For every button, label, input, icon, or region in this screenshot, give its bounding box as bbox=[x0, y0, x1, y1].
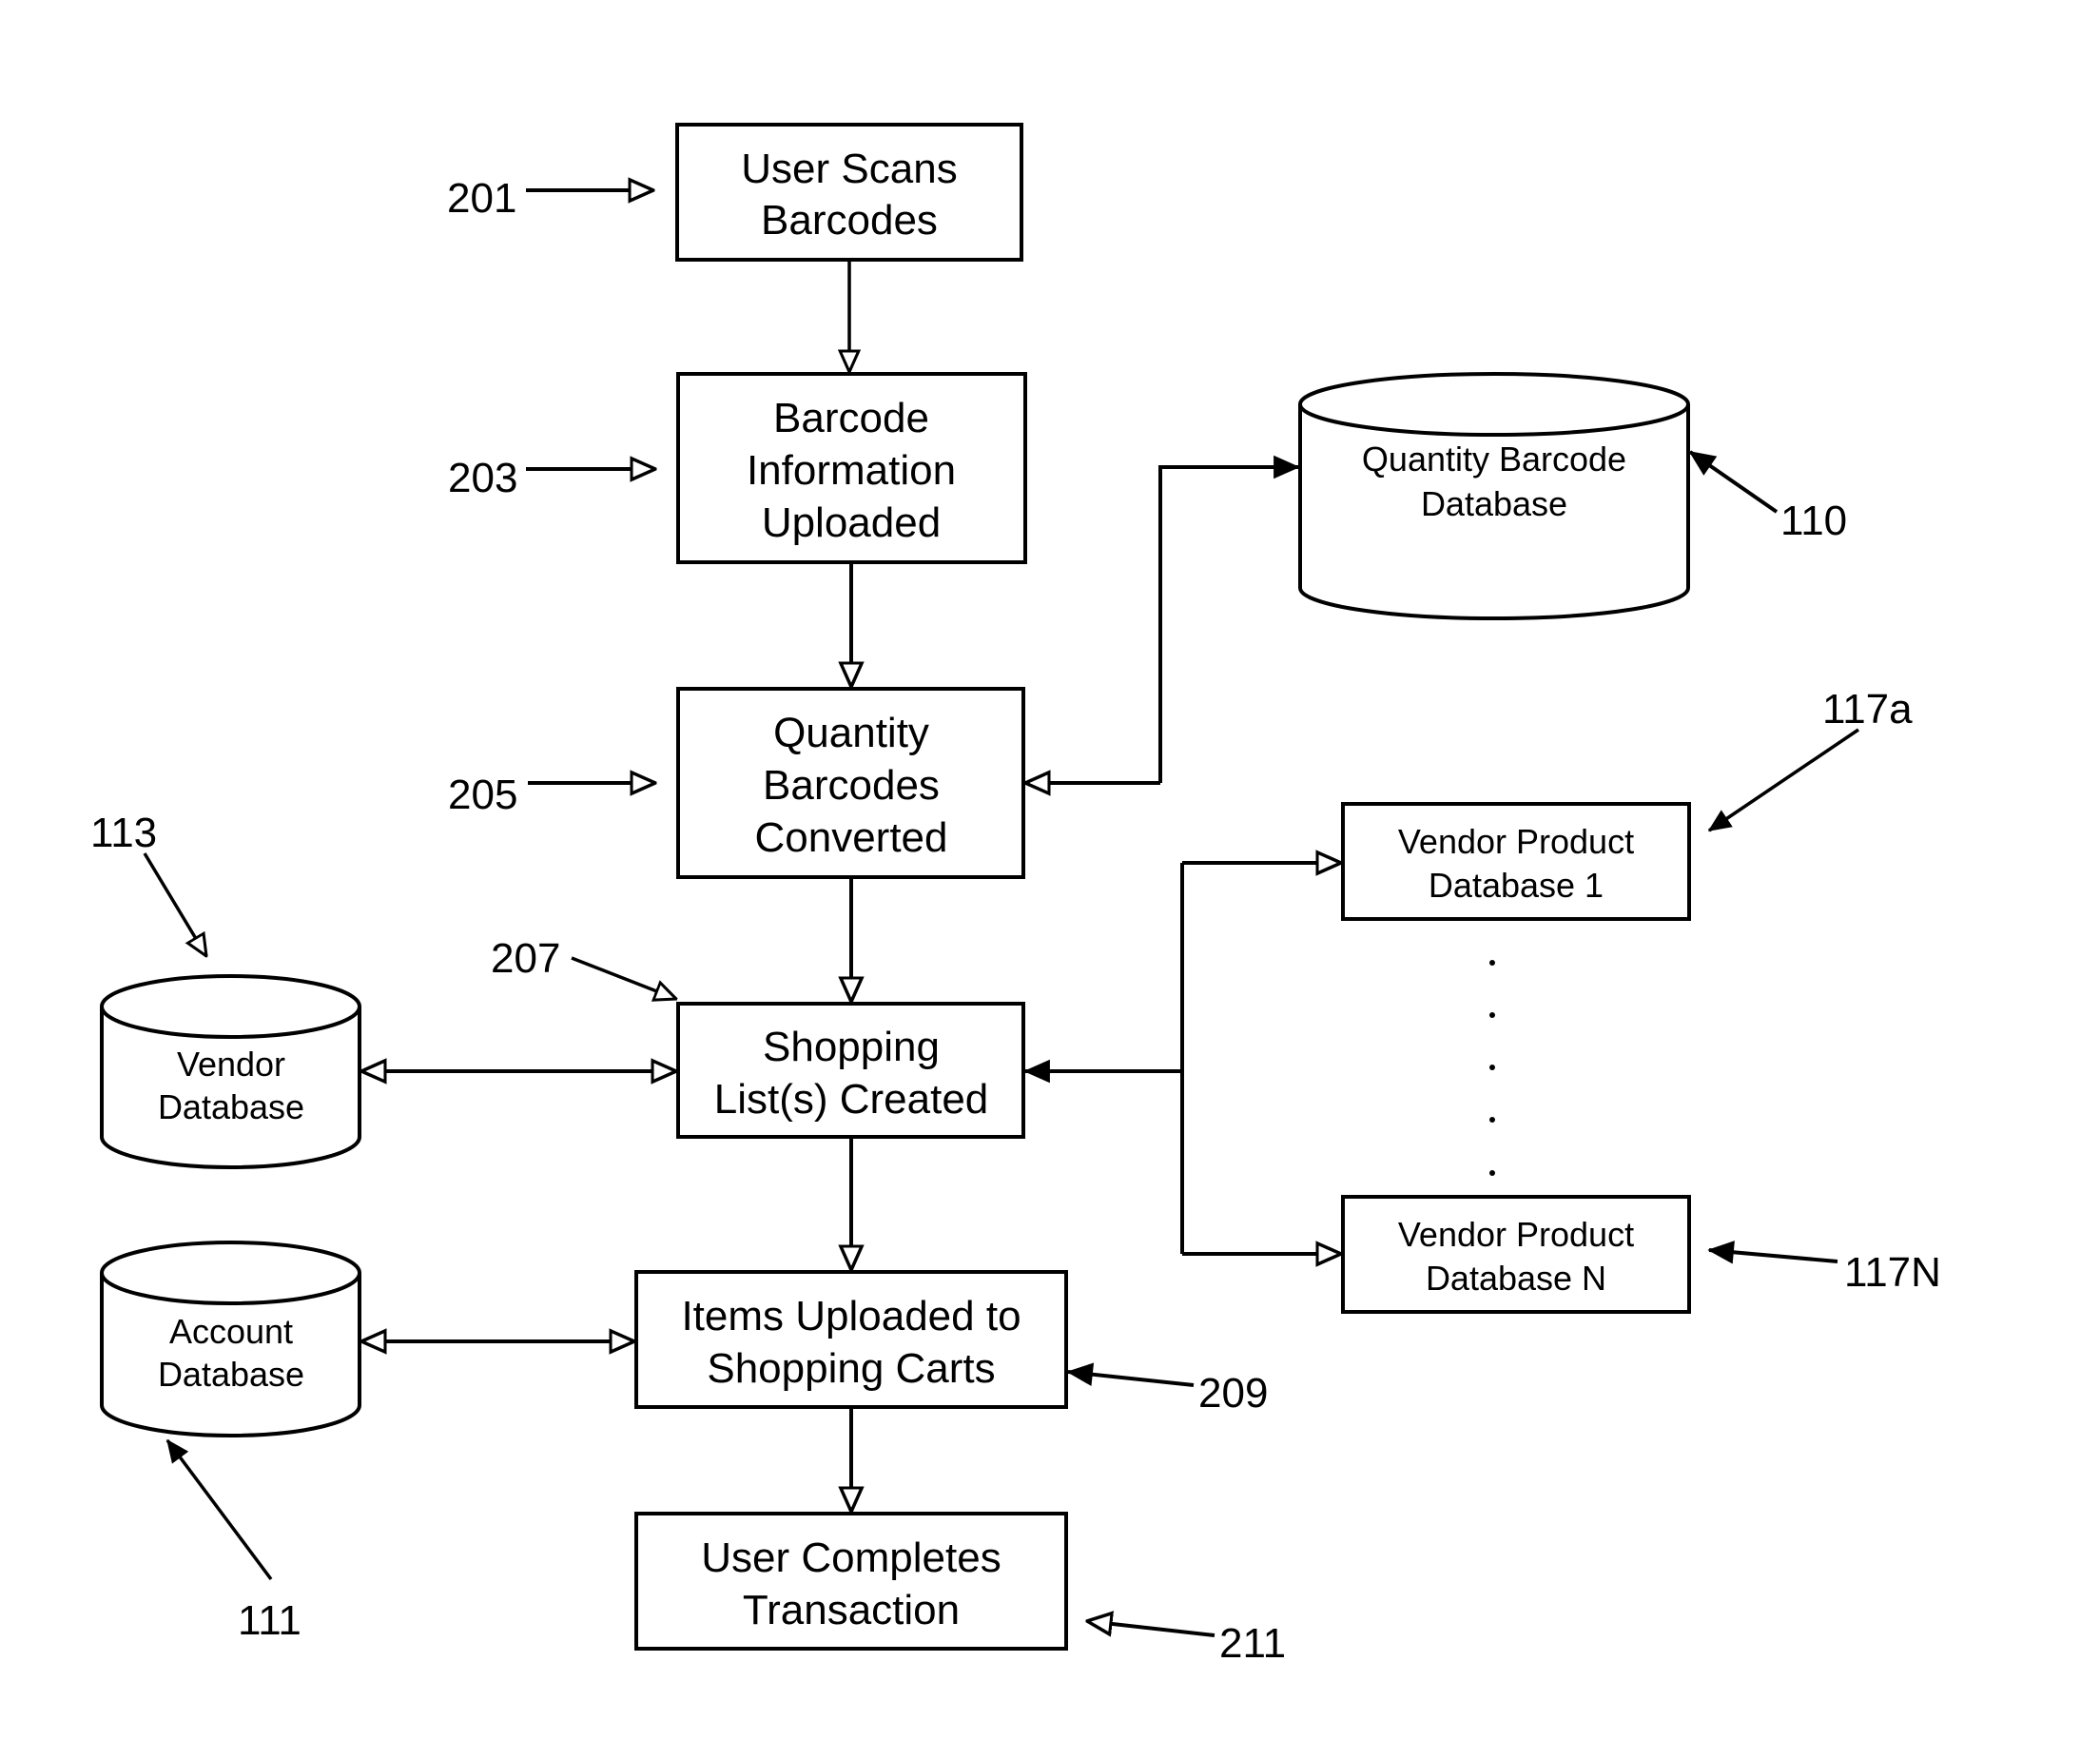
step-text-line: Information bbox=[747, 447, 956, 494]
ellipsis-dot bbox=[1489, 1012, 1495, 1018]
cylinder-top bbox=[1298, 372, 1690, 437]
flowchart-canvas: User Scans Barcodes Barcode Information … bbox=[90, 123, 1941, 1667]
ref-number: 117a bbox=[1822, 686, 1913, 733]
database-text: Quantity Barcode bbox=[1362, 440, 1626, 479]
step-text-line: Shopping Carts bbox=[707, 1345, 995, 1392]
step-text-line: User Completes bbox=[701, 1535, 1001, 1581]
database-text: Account bbox=[169, 1312, 293, 1351]
ref-label-110: 110 bbox=[1690, 450, 1847, 544]
ref-label-209: 209 bbox=[1068, 1370, 1268, 1417]
step-text-line: Barcodes bbox=[761, 197, 938, 244]
vendor-product-database-n: Vendor Product Database N bbox=[1341, 1195, 1691, 1314]
database-text: Vendor bbox=[177, 1045, 285, 1084]
ref-number: 113 bbox=[90, 810, 157, 856]
leader-arrow bbox=[1690, 450, 1779, 514]
quantity-barcode-database-cylinder: Quantity Barcode Database bbox=[1298, 372, 1690, 620]
step-text-line: Converted bbox=[754, 814, 947, 861]
connector-205-to-110 bbox=[1158, 467, 1298, 783]
vendor-product-db-text: Database 1 bbox=[1429, 866, 1604, 905]
step-205-quantity-barcodes-converted: Quantity Barcodes Converted bbox=[676, 687, 1025, 879]
ref-label-207: 207 bbox=[491, 935, 676, 999]
leader-arrow bbox=[143, 852, 206, 956]
ref-label-201: 201 bbox=[447, 175, 653, 222]
ref-number: 209 bbox=[1198, 1370, 1268, 1417]
ref-number: 201 bbox=[447, 175, 516, 222]
leader-arrow bbox=[1068, 1372, 1195, 1387]
ellipsis-dot bbox=[1489, 960, 1495, 966]
vendor-database-cylinder: Vendor Database bbox=[100, 974, 361, 1169]
leader-arrow bbox=[165, 1440, 273, 1581]
step-201-user-scans-barcodes: User Scans Barcodes bbox=[675, 123, 1023, 262]
vertical-ellipsis bbox=[1489, 960, 1495, 1176]
ref-number: 117N bbox=[1844, 1249, 1941, 1296]
ref-label-113: 113 bbox=[90, 810, 206, 956]
ref-label-205: 205 bbox=[448, 772, 655, 818]
database-text: Database bbox=[158, 1087, 304, 1126]
ellipsis-dot bbox=[1489, 1170, 1495, 1176]
step-text-line: Quantity bbox=[773, 710, 929, 756]
step-209-items-uploaded-to-shopping-carts: Items Uploaded to Shopping Carts bbox=[634, 1270, 1068, 1409]
step-207-shopping-lists-created: Shopping List(s) Created bbox=[676, 1002, 1025, 1139]
ref-number: 203 bbox=[448, 455, 517, 501]
cylinder-top bbox=[100, 1241, 361, 1305]
step-text-line: Transaction bbox=[743, 1587, 960, 1633]
leader-arrow bbox=[1087, 1621, 1215, 1637]
step-text-line: Barcodes bbox=[763, 762, 940, 809]
step-text-line: List(s) Created bbox=[714, 1076, 989, 1123]
vendor-product-database-1: Vendor Product Database 1 bbox=[1341, 802, 1691, 921]
ref-number: 211 bbox=[1219, 1620, 1286, 1667]
ellipsis-dot bbox=[1489, 1065, 1495, 1070]
step-text-line: Barcode bbox=[773, 395, 929, 441]
step-text-line: Shopping bbox=[763, 1024, 940, 1070]
account-database-cylinder: Account Database bbox=[100, 1241, 361, 1437]
ellipsis-dot bbox=[1489, 1117, 1495, 1123]
leader-arrow bbox=[1709, 1250, 1838, 1261]
step-203-barcode-information-uploaded: Barcode Information Uploaded bbox=[676, 372, 1027, 564]
ref-label-211: 211 bbox=[1087, 1620, 1286, 1667]
ref-label-111: 111 bbox=[165, 1440, 301, 1644]
ref-number: 205 bbox=[448, 772, 517, 818]
ref-label-203: 203 bbox=[448, 455, 655, 501]
ref-label-117n: 117N bbox=[1709, 1249, 1941, 1296]
ref-number: 110 bbox=[1780, 498, 1847, 544]
step-text-line: Uploaded bbox=[762, 499, 941, 546]
ref-number: 207 bbox=[491, 935, 560, 982]
cylinder-top bbox=[100, 974, 361, 1039]
vendor-product-db-text: Vendor Product bbox=[1398, 1215, 1634, 1254]
vendor-product-db-text: Database N bbox=[1426, 1259, 1606, 1298]
leader-arrow bbox=[1709, 728, 1859, 832]
vendor-product-db-text: Vendor Product bbox=[1398, 822, 1634, 861]
ref-label-117a: 117a bbox=[1709, 686, 1913, 832]
database-text: Database bbox=[158, 1355, 304, 1394]
step-text-line: User Scans bbox=[741, 146, 957, 192]
step-text-line: Items Uploaded to bbox=[681, 1293, 1021, 1339]
ref-number: 111 bbox=[238, 1597, 301, 1644]
step-211-user-completes-transaction: User Completes Transaction bbox=[634, 1512, 1068, 1651]
database-text: Database bbox=[1421, 484, 1567, 523]
leader-arrow bbox=[571, 956, 676, 999]
